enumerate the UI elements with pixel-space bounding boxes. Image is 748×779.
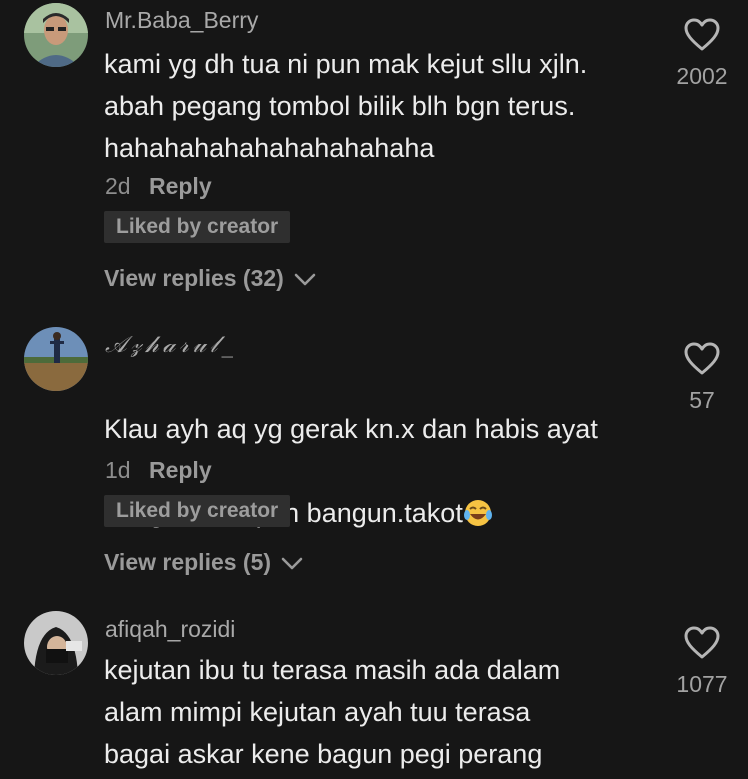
chevron-down-icon [281, 550, 303, 577]
like-column: 2002 [662, 18, 742, 90]
comment-item: Mr.Baba_Berry kami yg dh tua ni pun mak … [0, 0, 748, 310]
reply-button[interactable]: Reply [149, 173, 212, 199]
comment-meta: 1d Reply [105, 457, 212, 484]
face-with-tears-of-joy-icon [463, 498, 493, 540]
heart-outline-icon[interactable] [662, 342, 742, 381]
comment-item: 𝒜𝓏𝒽𝒶𝓇𝓊𝓁_ Klau ayh aq yg gerak kn.x dan h… [0, 320, 748, 590]
like-column: 57 [662, 342, 742, 414]
comment-meta: 2d Reply [105, 173, 212, 200]
heart-outline-icon[interactable] [662, 18, 742, 57]
like-count: 2002 [676, 63, 728, 89]
comment-item: afiqah_rozidi kejutan ibu tu terasa masi… [0, 600, 748, 779]
comment-username[interactable]: afiqah_rozidi [105, 616, 235, 643]
like-count: 57 [689, 387, 715, 413]
liked-by-creator-badge: Liked by creator [104, 211, 291, 243]
like-column: 1077 [662, 626, 742, 698]
comment-username[interactable]: Mr.Baba_Berry [105, 7, 258, 34]
liked-by-creator-badge: Liked by creator [104, 495, 291, 527]
reply-button[interactable]: Reply [149, 457, 212, 483]
view-replies-label: View replies (32) [104, 265, 284, 291]
view-replies-button[interactable]: View replies (5) [104, 549, 303, 577]
comment-text: kami yg dh tua ni pun mak kejut sllu xjl… [104, 49, 588, 163]
heart-outline-icon[interactable] [662, 626, 742, 665]
avatar[interactable] [24, 3, 88, 67]
view-replies-button[interactable]: View replies (32) [104, 265, 316, 293]
comment-text-line: Klau ayh aq yg gerak kn.x dan habis ayat [104, 414, 598, 444]
comment-username[interactable]: 𝒜𝓏𝒽𝒶𝓇𝓊𝓁_ [105, 332, 237, 358]
comment-time: 2d [105, 173, 131, 199]
like-count: 1077 [676, 671, 728, 697]
avatar[interactable] [24, 611, 88, 675]
view-replies-label: View replies (5) [104, 549, 272, 575]
comment-text: kejutan ibu tu terasa masih ada dalam al… [104, 655, 561, 769]
comment-time: 1d [105, 457, 131, 483]
chevron-down-icon [294, 266, 316, 293]
avatar[interactable] [24, 327, 88, 391]
